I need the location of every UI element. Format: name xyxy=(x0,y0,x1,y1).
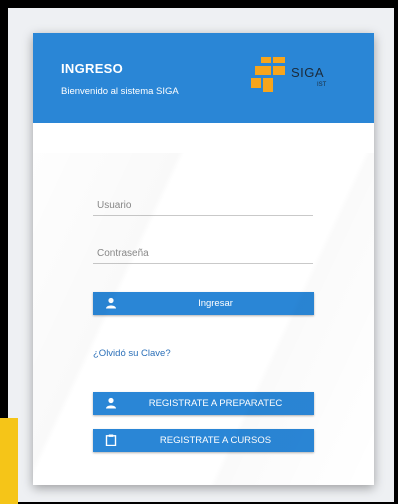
logo-text: SIGA xyxy=(291,65,325,80)
logo-blocks-icon xyxy=(251,55,287,95)
clipboard-icon xyxy=(105,434,117,446)
login-button-label: Ingresar xyxy=(198,298,233,309)
login-header: INGRESO Bienvenido al sistema SIGA SIGA … xyxy=(33,33,374,123)
register-preparatec-button[interactable]: REGISTRATE A PREPARATEC xyxy=(93,392,314,415)
background-decoration xyxy=(0,418,18,504)
login-card: INGRESO Bienvenido al sistema SIGA SIGA … xyxy=(33,33,374,485)
welcome-subtitle: Bienvenido al sistema SIGA xyxy=(61,86,179,97)
username-input[interactable] xyxy=(93,196,313,215)
page-title: INGRESO xyxy=(61,61,124,76)
password-input[interactable] xyxy=(93,244,313,263)
forgot-password-link[interactable]: ¿Olvidó su Clave? xyxy=(93,348,171,359)
password-field-container xyxy=(93,243,313,264)
logo-subtext: IST xyxy=(317,82,327,88)
login-button[interactable]: Ingresar xyxy=(93,292,314,315)
username-field-container xyxy=(93,195,313,216)
siga-logo: SIGA IST xyxy=(251,55,341,95)
register-cursos-label: REGISTRATE A CURSOS xyxy=(159,435,272,446)
user-icon xyxy=(106,297,116,309)
register-preparatec-label: REGISTRATE A PREPARATEC xyxy=(148,398,283,409)
register-cursos-button[interactable]: REGISTRATE A CURSOS xyxy=(93,429,314,452)
user-icon xyxy=(106,397,116,409)
